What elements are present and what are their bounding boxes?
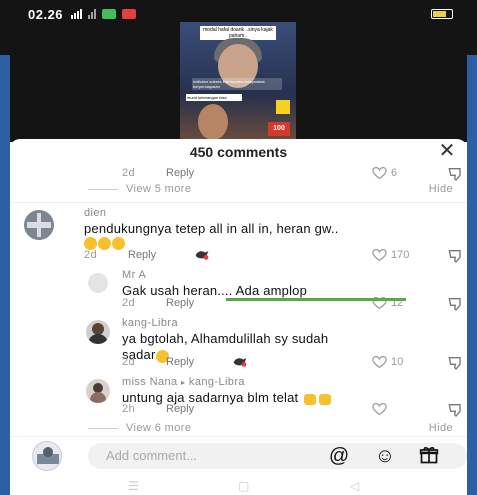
video-caption-low: murid keterangan bisa <box>186 94 242 101</box>
avatar[interactable] <box>86 320 110 344</box>
app-notification-icon <box>102 9 117 19</box>
battery-icon <box>431 9 453 19</box>
heart-icon <box>372 356 387 368</box>
like-count: 10 <box>391 356 404 368</box>
comment-input[interactable]: Add comment... <box>88 443 467 469</box>
close-icon[interactable]: ✕ <box>437 141 457 161</box>
comment-time: 2h <box>122 403 136 415</box>
reply-button[interactable]: Reply <box>166 403 194 415</box>
avatar[interactable] <box>86 379 110 403</box>
avatar[interactable] <box>24 210 54 240</box>
gift-icon[interactable] <box>418 445 440 467</box>
reply-button[interactable]: Reply <box>128 249 156 261</box>
like-count: 170 <box>391 249 410 261</box>
dislike-icon[interactable] <box>448 297 464 311</box>
reply-button[interactable]: Reply <box>166 167 194 179</box>
like-button[interactable]: 10 <box>372 356 403 368</box>
dislike-icon[interactable] <box>448 249 464 263</box>
wifi-icon <box>88 9 97 19</box>
comment-time: 2d <box>84 249 98 261</box>
comment-miss-nana-meta: 2h Reply <box>10 403 467 419</box>
like-button[interactable]: 170 <box>372 249 409 261</box>
creator-liked-icon <box>195 251 209 260</box>
hide-link[interactable]: Hide <box>429 422 453 434</box>
video-caption-mid: indikator sukses kita kecaka masyarakat … <box>192 78 282 90</box>
thread-top-view-more-row: View 5 more Hide <box>10 183 467 199</box>
like-count: 6 <box>391 167 398 179</box>
comment-text-line1: ya bgtolah, Alhamdulillah sy sudah <box>122 331 329 346</box>
mention-icon[interactable]: @ <box>328 445 350 467</box>
comment-dien-meta: 2d Reply 170 <box>10 249 467 265</box>
view-more-link[interactable]: View 5 more <box>88 183 191 195</box>
status-time: 02.26 <box>28 6 64 22</box>
highlight-line <box>226 298 406 301</box>
reply-to-author[interactable]: kang-Libra <box>189 376 245 388</box>
comment-kang-libra-meta: 2d Reply 10 <box>10 356 467 372</box>
status-icons <box>71 9 137 19</box>
like-button[interactable]: 6 <box>372 167 397 179</box>
system-nav-bar: ☰ ▢ ◁ <box>10 474 467 495</box>
comment-composer: Add comment... @ ☺ <box>10 436 467 474</box>
reply-arrow-icon: ▸ <box>181 378 186 387</box>
comment-time: 2d <box>122 297 136 309</box>
video-sign <box>276 100 290 114</box>
comment-time: 2d <box>122 356 136 368</box>
comment-author[interactable]: dien <box>84 207 106 219</box>
home-nav-icon[interactable]: ▢ <box>238 479 249 493</box>
avatar[interactable] <box>88 273 108 293</box>
signal-icon <box>71 9 83 19</box>
thread-top-meta: 2d Reply 6 <box>10 167 467 183</box>
heart-icon <box>372 403 387 415</box>
comment-time: 2d <box>122 167 136 179</box>
comment-text: pendukungnya tetep all in all in, heran … <box>84 221 339 236</box>
dislike-icon[interactable] <box>448 167 464 181</box>
back-nav-icon[interactable]: ◁ <box>350 479 359 493</box>
reply-button[interactable]: Reply <box>166 297 194 309</box>
comment-text: Gak usah heran.... Ada amplop <box>122 283 308 298</box>
comments-header: 450 comments <box>189 144 288 160</box>
video-second-face <box>198 104 228 140</box>
user-avatar[interactable] <box>32 441 62 471</box>
like-button[interactable] <box>372 403 387 415</box>
menu-nav-icon[interactable]: ☰ <box>128 479 139 493</box>
view-more-link[interactable]: View 6 more <box>88 422 191 434</box>
comment-author-row: miss Nana ▸ kang-Libra <box>122 376 245 388</box>
hide-link[interactable]: Hide <box>429 183 453 195</box>
video-thumbnail[interactable]: modal hafal doank ..sinya kajak paham.. … <box>180 22 296 142</box>
divider <box>10 202 467 203</box>
emoji-icon[interactable]: ☺ <box>374 445 396 467</box>
reply-button[interactable]: Reply <box>166 356 194 368</box>
heart-icon <box>372 249 387 261</box>
comment-author[interactable]: Mr A <box>122 269 146 281</box>
comment-author[interactable]: miss Nana <box>122 376 178 388</box>
side-edge-left <box>0 55 10 495</box>
comment-author[interactable]: kang-Libra <box>122 317 178 329</box>
heart-icon <box>372 167 387 179</box>
mail-notification-icon <box>122 9 137 19</box>
dislike-icon[interactable] <box>448 403 464 417</box>
video-badge: 100 <box>268 122 290 136</box>
creator-liked-icon <box>233 358 247 367</box>
dislike-icon[interactable] <box>448 356 464 370</box>
side-edge-right <box>467 55 477 495</box>
